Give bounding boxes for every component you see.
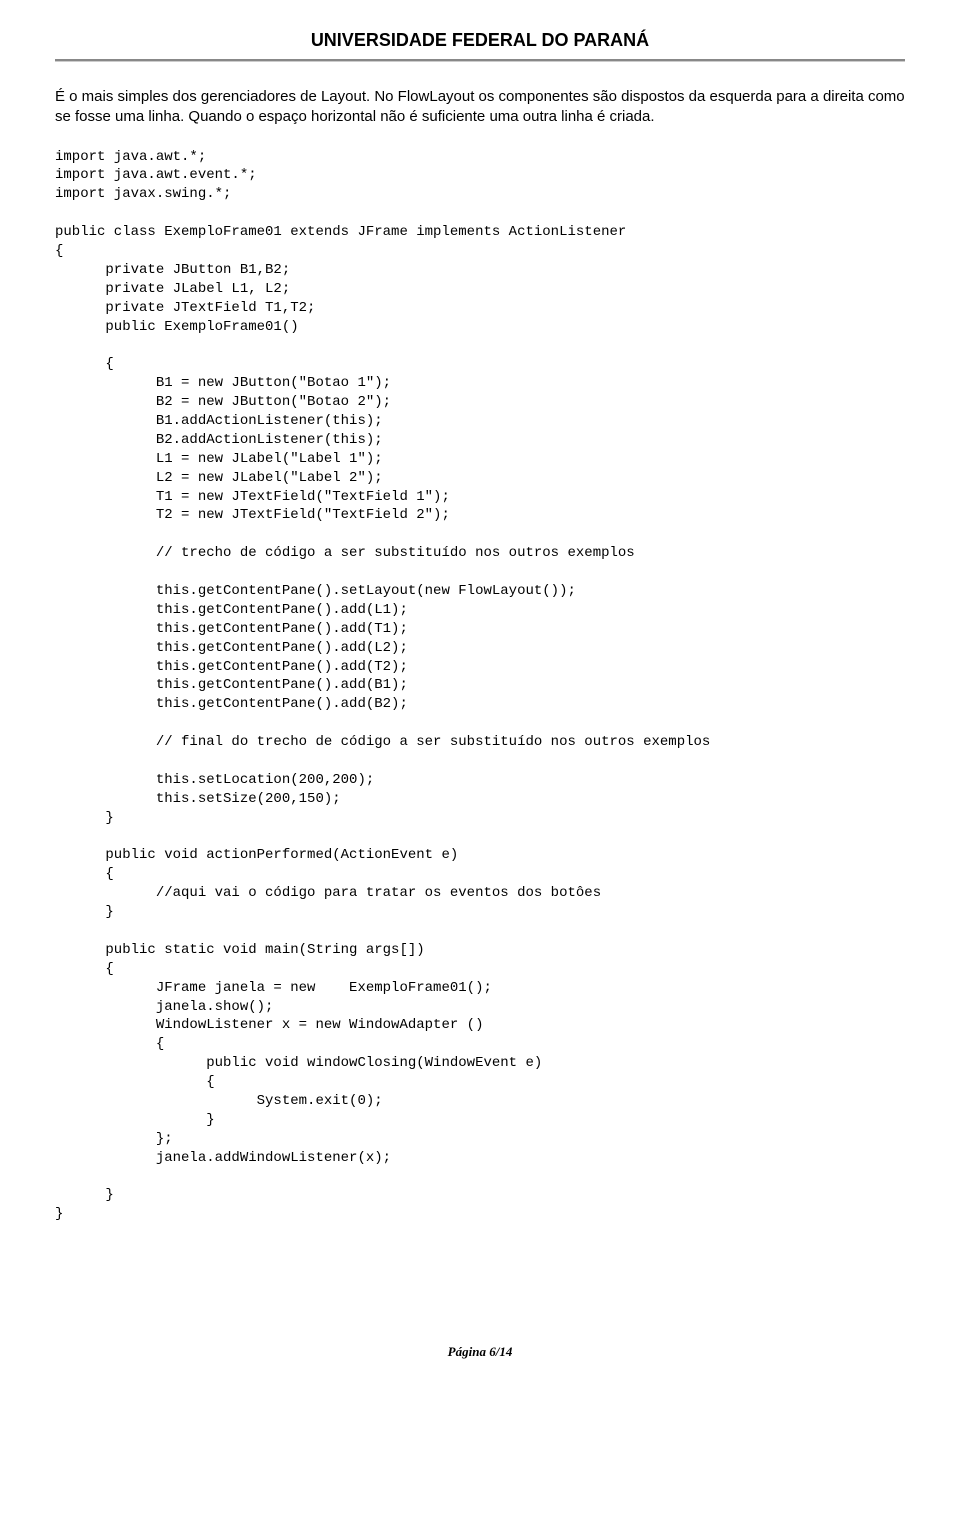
code-listing: import java.awt.*; import java.awt.event… — [55, 148, 905, 1225]
page-header-title: UNIVERSIDADE FEDERAL DO PARANÁ — [55, 30, 905, 51]
header-divider — [55, 59, 905, 62]
page-footer: Página 6/14 — [55, 1344, 905, 1360]
intro-paragraph: É o mais simples dos gerenciadores de La… — [55, 87, 905, 128]
